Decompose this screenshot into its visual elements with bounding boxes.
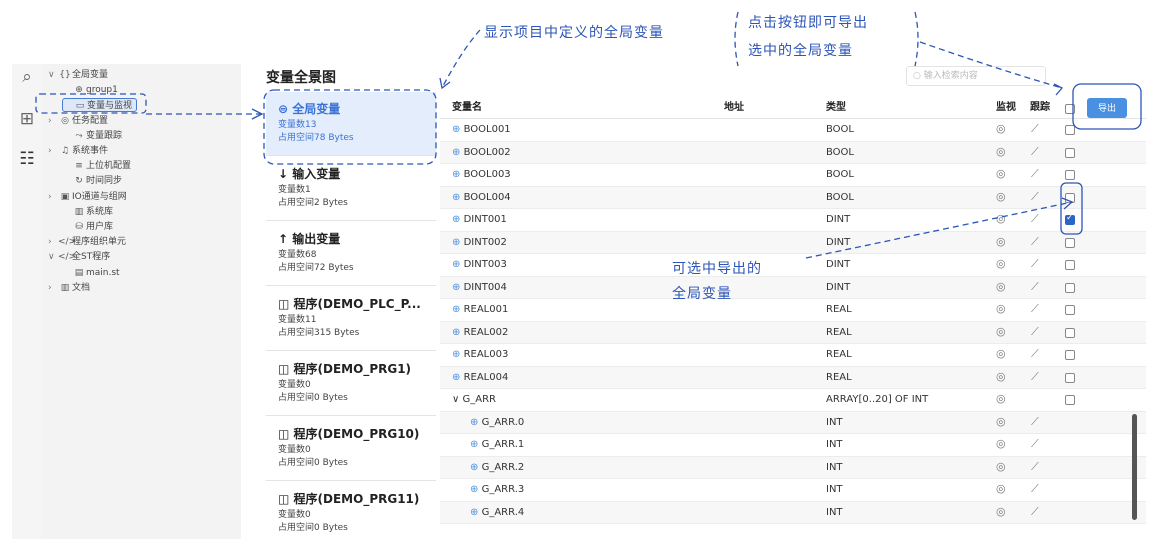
annotation-overlay bbox=[35, 11, 1142, 259]
arrow-export-annotation bbox=[919, 41, 1063, 89]
highlight-tree-item bbox=[35, 93, 147, 114]
annotation-global-variables: 显示项目中定义的全局变量 bbox=[484, 25, 664, 41]
bracket-left bbox=[734, 11, 739, 67]
highlight-export-button bbox=[1072, 83, 1142, 130]
annotation-export-line1: 点击按钮即可导出 bbox=[748, 15, 868, 31]
annotation-export-line2: 选中的全局变量 bbox=[748, 43, 853, 59]
highlight-global-card bbox=[263, 89, 437, 165]
bracket-right bbox=[914, 11, 919, 67]
arrow-checkbox-annotation bbox=[805, 201, 1073, 259]
arrow-top-annotation bbox=[441, 29, 481, 89]
annotation-select-line1: 可选中导出的 bbox=[672, 261, 762, 277]
annotation-select-line2: 全局变量 bbox=[672, 286, 732, 302]
